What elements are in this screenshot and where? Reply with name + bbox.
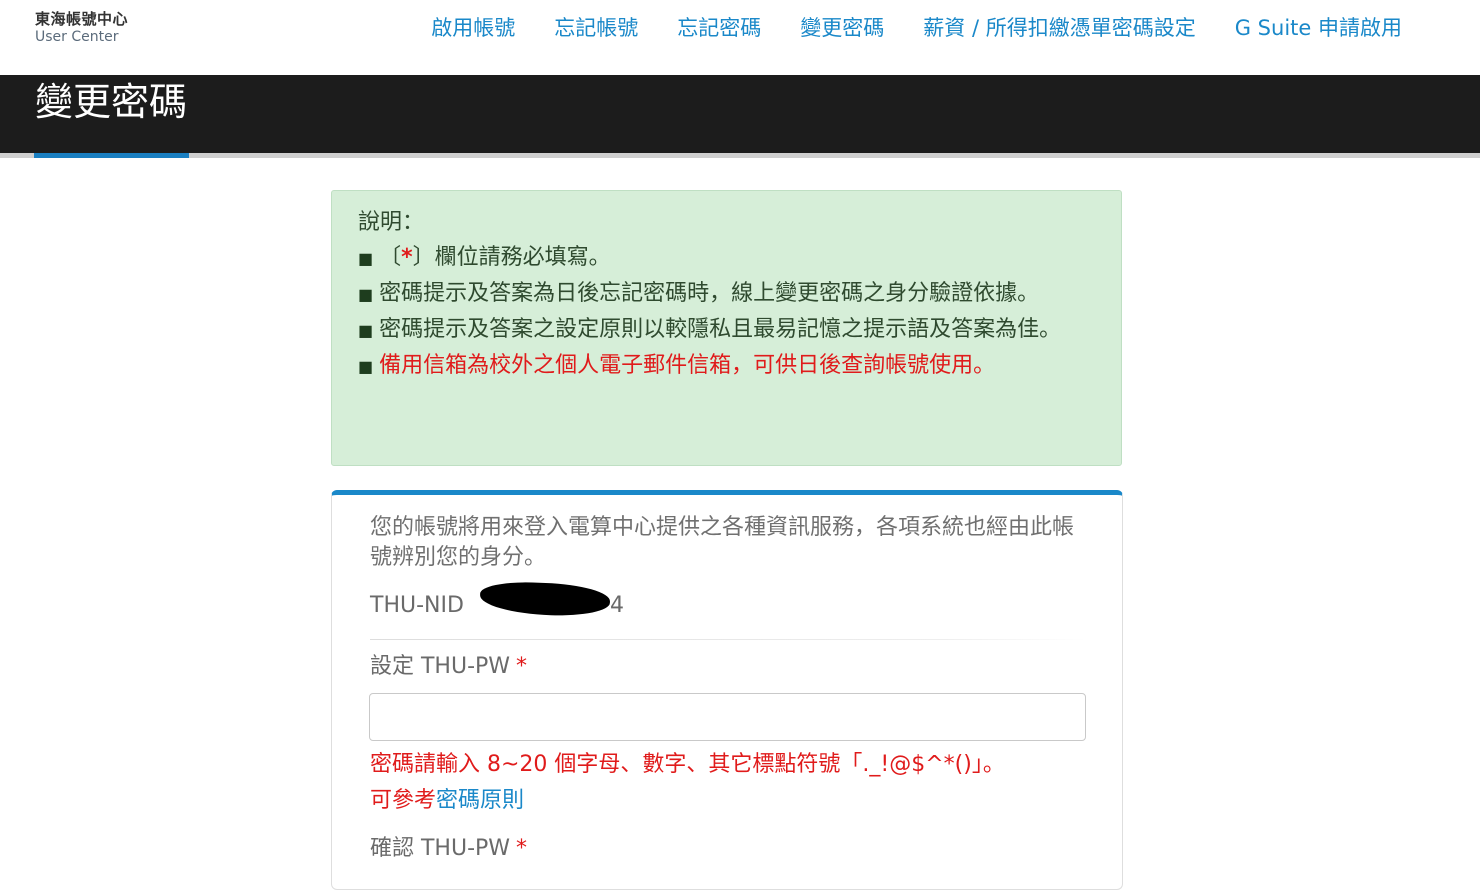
- nav-forgot-account[interactable]: 忘記帳號: [554, 14, 638, 42]
- nid-label: THU-NID: [370, 593, 464, 618]
- instruction-item: ■ 密碼提示及答案為日後忘記密碼時，線上變更密碼之身分驗證依據。: [358, 276, 1095, 312]
- required-star: *: [401, 245, 413, 270]
- logo-title: 東海帳號中心: [35, 10, 129, 28]
- instruction-text: 〔: [379, 245, 402, 270]
- instruction-item: ■ 備用信箱為校外之個人電子郵件信箱，可供日後查詢帳號使用。: [358, 348, 1095, 384]
- instructions-heading: 說明：: [358, 210, 425, 235]
- logo-subtitle: User Center: [35, 29, 119, 45]
- nid-value-tail: 4: [610, 593, 624, 618]
- nav-activate-account[interactable]: 啟用帳號: [431, 14, 515, 42]
- redaction-mark: [479, 580, 611, 618]
- instructions-box: 說明： ■ 〔*〕欄位請務必填寫。 ■ 密碼提示及答案為日後忘記密碼時，線上變更密碼…: [331, 190, 1122, 466]
- required-star: *: [516, 836, 528, 861]
- square-bullet-icon: ■: [358, 285, 374, 304]
- pw-field-label: 設定 THU-PW *: [370, 652, 527, 682]
- account-intro-text: 您的帳號將用來登入電算中心提供之各種資訊服務，各項系統也經由此帳號辨別您的身分。: [370, 515, 1075, 570]
- pw-label-text: 設定 THU-PW: [370, 654, 511, 679]
- square-bullet-icon: ■: [358, 321, 374, 340]
- nav-change-password[interactable]: 變更密碼: [800, 14, 884, 42]
- page-title: 變更密碼: [35, 80, 188, 124]
- hint-prefix: 可參考: [370, 788, 437, 813]
- nav-forgot-password[interactable]: 忘記密碼: [677, 14, 761, 42]
- nid-display: THU-NID 4: [370, 580, 624, 621]
- instruction-text: 密碼提示及答案為日後忘記密碼時，線上變更密碼之身分驗證依據。: [379, 281, 1040, 306]
- password-hint: 密碼請輸入 8~20 個字母、數字、其它標點符號「._!@$^*()」。 可參考…: [370, 747, 1005, 819]
- new-password-input[interactable]: [369, 693, 1086, 741]
- instruction-item: ■ 密碼提示及答案之設定原則以較隱私且最易記憶之提示語及答案為佳。: [358, 312, 1095, 348]
- instruction-text: 〕欄位請務必填寫。: [412, 245, 611, 270]
- password-policy-link[interactable]: 密碼原則: [436, 788, 524, 813]
- required-star: *: [516, 654, 528, 679]
- password-hint-text: 密碼請輸入 8~20 個字母、數字、其它標點符號「._!@$^*()」。: [370, 752, 1005, 777]
- instruction-item: ■ 〔*〕欄位請務必填寫。: [358, 240, 1095, 276]
- title-band: 變更密碼: [0, 75, 1480, 153]
- title-accent-bar: [34, 153, 189, 158]
- section-divider: [370, 639, 1086, 640]
- confirm-pw-field-label: 確認 THU-PW *: [370, 834, 527, 864]
- top-header: 東海帳號中心 User Center 啟用帳號 忘記帳號 忘記密碼 變更密碼 薪…: [0, 0, 1480, 75]
- square-bullet-icon: ■: [358, 249, 374, 268]
- instruction-text-warning: 備用信箱為校外之個人電子郵件信箱，可供日後查詢帳號使用。: [379, 353, 996, 378]
- nav-gsuite-activate[interactable]: G Suite 申請啟用: [1235, 14, 1402, 42]
- change-password-form: 您的帳號將用來登入電算中心提供之各種資訊服務，各項系統也經由此帳號辨別您的身分。…: [331, 490, 1123, 890]
- nav-salary-password[interactable]: 薪資 / 所得扣繳憑單密碼設定: [923, 14, 1195, 42]
- main-nav: 啟用帳號 忘記帳號 忘記密碼 變更密碼 薪資 / 所得扣繳憑單密碼設定 G Su…: [392, 14, 1402, 42]
- title-underline: [0, 153, 1480, 158]
- site-logo[interactable]: 東海帳號中心 User Center: [35, 10, 128, 46]
- instruction-text: 密碼提示及答案之設定原則以較隱私且最易記憶之提示語及答案為佳。: [379, 317, 1062, 342]
- password-hint-ref: 可參考密碼原則: [370, 783, 1005, 819]
- square-bullet-icon: ■: [358, 357, 374, 376]
- confirm-pw-label-text: 確認 THU-PW: [370, 836, 511, 861]
